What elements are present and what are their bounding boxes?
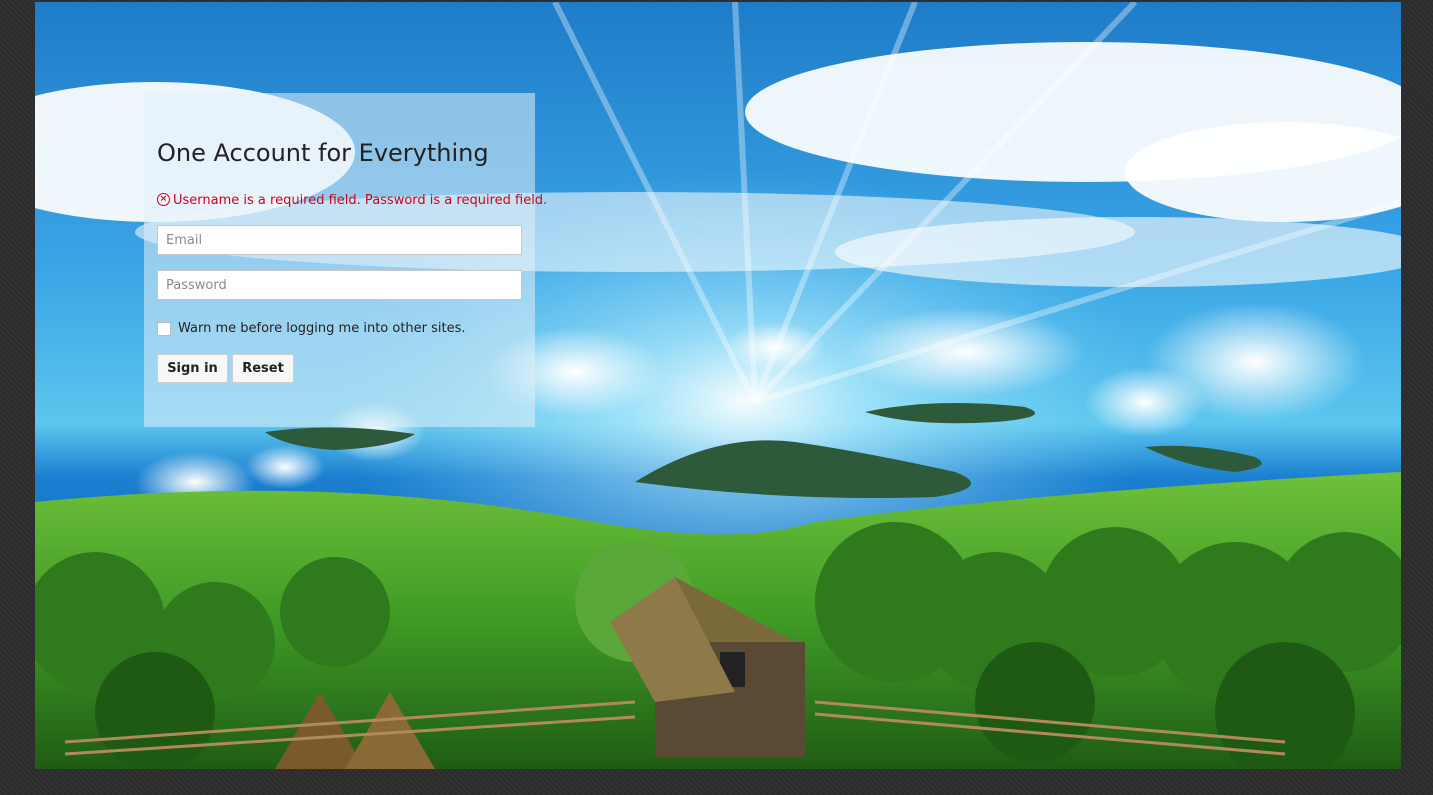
login-panel: One Account for Everything × Username is … — [144, 93, 547, 427]
error-circle-icon: × — [157, 193, 170, 206]
warn-checkbox-label: Warn me before logging me into other sit… — [178, 321, 466, 336]
error-message: × Username is a required field. Password … — [157, 193, 547, 208]
login-title: One Account for Everything — [157, 139, 489, 167]
password-input[interactable] — [157, 270, 522, 300]
error-text: Username is a required field. Password i… — [173, 193, 548, 208]
email-input[interactable] — [157, 225, 522, 255]
sign-in-button[interactable]: Sign in — [157, 354, 228, 383]
warn-checkbox[interactable] — [157, 321, 171, 336]
reset-button[interactable]: Reset — [232, 354, 294, 383]
warn-checkbox-row[interactable]: Warn me before logging me into other sit… — [157, 321, 466, 336]
